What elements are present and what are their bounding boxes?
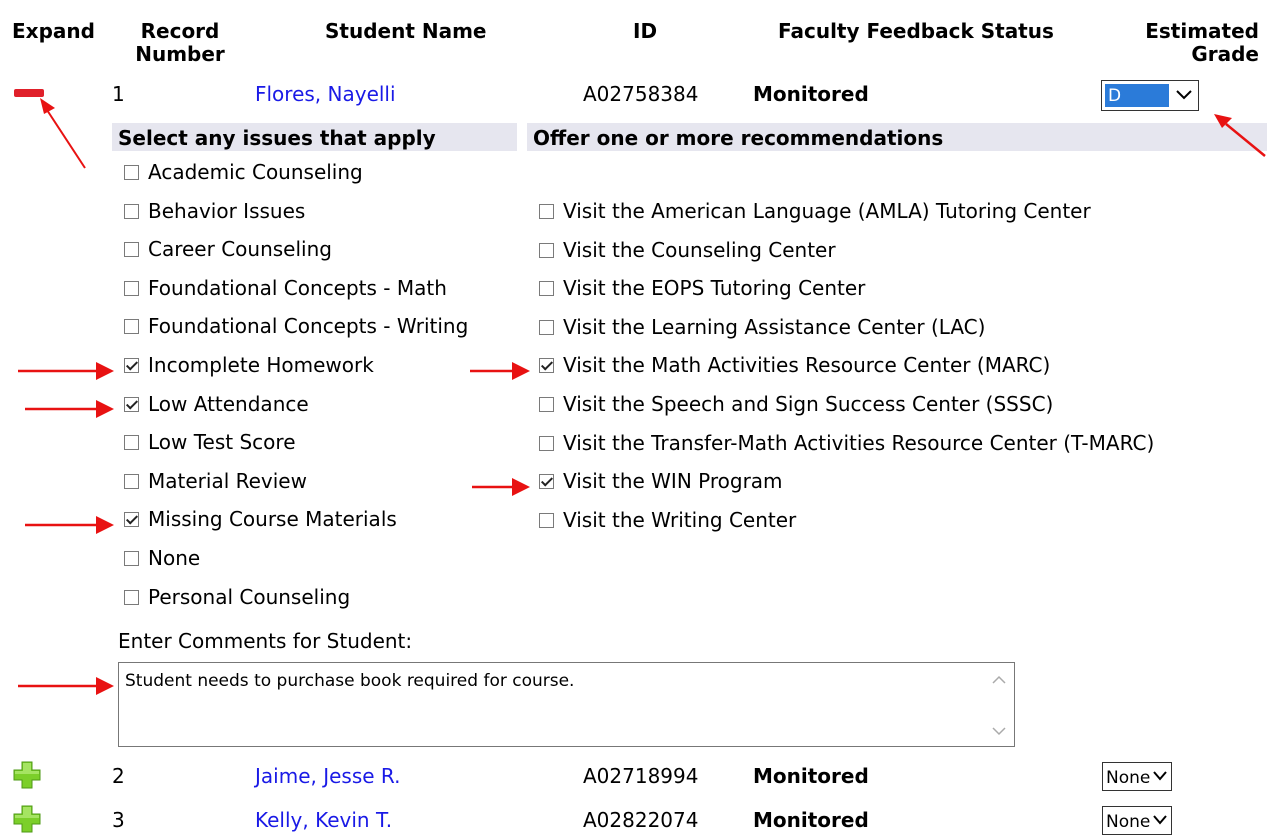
estimated-grade-select[interactable]: D (1101, 80, 1199, 111)
issue-label[interactable]: Career Counseling (148, 237, 332, 261)
recommendation-label[interactable]: Visit the Transfer-Math Activities Resou… (563, 431, 1154, 455)
header-estimated-grade: Estimated Grade (1145, 20, 1259, 66)
issue-checkbox[interactable] (124, 551, 139, 566)
recommendation-checkbox[interactable] (539, 358, 554, 374)
recommendation-label[interactable]: Visit the EOPS Tutoring Center (563, 276, 865, 300)
issue-label[interactable]: Material Review (148, 469, 307, 493)
student-name-link[interactable]: Flores, Nayelli (255, 82, 396, 106)
recommendation-label[interactable]: Visit the WIN Program (563, 469, 783, 493)
header-record-number-line2: Number (135, 42, 225, 66)
feedback-status: Monitored (753, 82, 869, 106)
student-id: A02758384 (583, 82, 699, 106)
annotation-arrow-marc (470, 362, 530, 380)
recommendation-label[interactable]: Visit the Writing Center (563, 508, 796, 532)
issue-checkbox[interactable] (124, 203, 139, 219)
plus-icon[interactable] (12, 760, 42, 790)
recommendation-checkbox[interactable] (539, 281, 554, 297)
header-record-number: Record Number (130, 20, 230, 66)
header-record-number-line1: Record (140, 19, 220, 43)
issue-label[interactable]: None (148, 546, 200, 570)
issue-label[interactable]: Personal Counseling (148, 585, 350, 609)
annotation-arrow-win (472, 478, 530, 496)
student-id: A02718994 (583, 764, 699, 788)
issue-checkbox[interactable] (124, 319, 139, 335)
chevron-down-icon (1153, 771, 1167, 781)
student-name-link[interactable]: Jaime, Jesse R. (255, 764, 400, 788)
issue-label[interactable]: Behavior Issues (148, 199, 305, 223)
issue-checkbox[interactable] (124, 473, 139, 489)
recommendation-checkbox[interactable] (539, 474, 554, 490)
selected-grade: D (1108, 86, 1122, 106)
issue-label[interactable]: Incomplete Homework (148, 353, 374, 377)
issue-checkbox[interactable] (124, 396, 139, 412)
record-number: 1 (112, 82, 125, 106)
minus-icon[interactable] (14, 89, 44, 97)
recommendation-checkbox[interactable] (539, 512, 554, 528)
issue-checkbox[interactable] (124, 165, 139, 180)
issue-checkbox[interactable] (124, 589, 139, 605)
chevron-down-icon (1176, 90, 1192, 100)
selected-grade: None (1106, 812, 1151, 832)
issue-checkbox[interactable] (124, 280, 139, 296)
plus-icon[interactable] (12, 804, 42, 834)
selected-grade: None (1106, 768, 1151, 788)
record-number: 2 (112, 764, 125, 788)
issue-checkbox[interactable] (124, 358, 139, 373)
header-faculty-feedback-status: Faculty Feedback Status (778, 19, 1054, 43)
header-id: ID (633, 19, 658, 43)
issue-label[interactable]: Low Attendance (148, 392, 309, 416)
header-estimated-grade-line2: Grade (1191, 42, 1259, 66)
student-name-link[interactable]: Kelly, Kevin T. (255, 808, 392, 832)
issue-label[interactable]: Foundational Concepts - Writing (148, 314, 468, 338)
annotation-arrow-missing-materials (25, 516, 114, 534)
issue-label[interactable]: Missing Course Materials (148, 507, 397, 531)
issue-label[interactable]: Low Test Score (148, 430, 296, 454)
header-student-name: Student Name (325, 19, 487, 43)
estimated-grade-select[interactable]: None (1102, 806, 1172, 835)
student-id: A02822074 (583, 808, 699, 832)
issue-checkbox[interactable] (124, 512, 139, 528)
recommendation-checkbox[interactable] (539, 204, 554, 219)
annotation-arrow-comments (18, 677, 114, 695)
recommendation-label[interactable]: Visit the Counseling Center (563, 238, 836, 262)
issue-label[interactable]: Academic Counseling (148, 160, 363, 184)
comments-textarea[interactable]: Student needs to purchase book required … (118, 662, 1015, 747)
annotation-arrow-incomplete-homework (18, 362, 114, 380)
recommendations-header: Offer one or more recommendations (533, 126, 944, 150)
issue-checkbox[interactable] (124, 242, 139, 258)
estimated-grade-select[interactable]: None (1102, 762, 1172, 791)
scroll-up-icon[interactable] (992, 675, 1006, 685)
feedback-status: Monitored (753, 764, 869, 788)
recommendation-label[interactable]: Visit the Learning Assistance Center (LA… (563, 315, 985, 339)
recommendation-checkbox[interactable] (539, 242, 554, 258)
record-number: 3 (112, 808, 125, 832)
feedback-status: Monitored (753, 808, 869, 832)
recommendation-label[interactable]: Visit the Speech and Sign Success Center… (563, 392, 1053, 416)
comments-value: Student needs to purchase book required … (125, 671, 575, 691)
recommendation-label[interactable]: Visit the American Language (AMLA) Tutor… (563, 199, 1091, 223)
recommendation-label[interactable]: Visit the Math Activities Resource Cente… (563, 353, 1050, 377)
recommendation-checkbox[interactable] (539, 397, 554, 412)
comments-label: Enter Comments for Student: (118, 629, 413, 653)
recommendation-checkbox[interactable] (539, 435, 554, 451)
annotation-arrow-expand (40, 98, 86, 169)
recommendation-checkbox[interactable] (539, 319, 554, 335)
annotation-arrow-low-attendance (25, 400, 114, 418)
scroll-down-icon[interactable] (992, 726, 1006, 736)
issue-label[interactable]: Foundational Concepts - Math (148, 276, 447, 300)
issue-checkbox[interactable] (124, 435, 139, 451)
header-expand: Expand (12, 19, 95, 43)
chevron-down-icon (1153, 815, 1167, 825)
header-estimated-grade-line1: Estimated (1145, 19, 1259, 43)
issues-header: Select any issues that apply (118, 126, 436, 150)
